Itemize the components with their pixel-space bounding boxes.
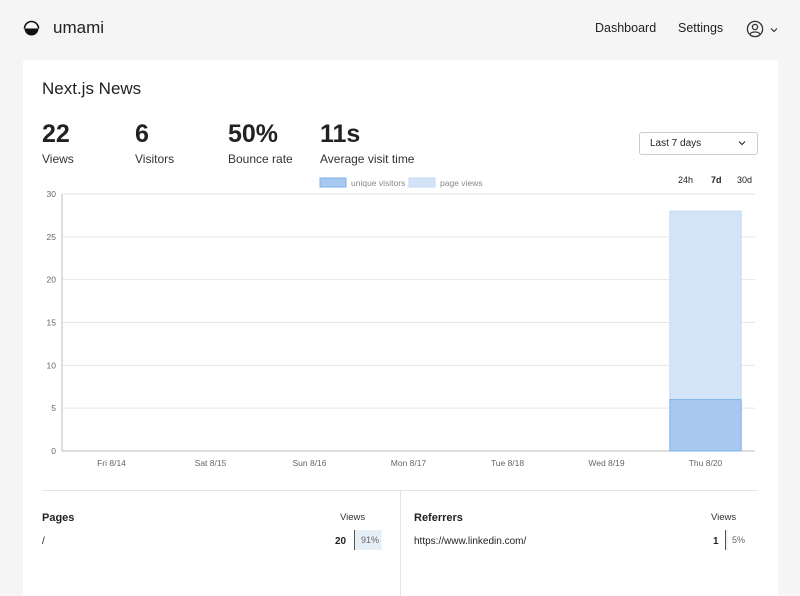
- pages-row-value: 20: [335, 536, 347, 547]
- bar-unique-visitors: [669, 399, 742, 452]
- metric-visitors: 6 Visitors: [135, 120, 174, 166]
- pages-table-title: Pages: [42, 512, 75, 524]
- y-tick-label: 25: [47, 232, 57, 242]
- pages-views-column-header: Views: [340, 512, 366, 523]
- metric-label: Views: [42, 152, 74, 166]
- y-tick-label: 15: [47, 318, 57, 328]
- x-tick-label: Sat 8/15: [195, 458, 227, 468]
- y-tick-label: 30: [47, 189, 57, 199]
- date-range-dropdown[interactable]: Last 7 days: [639, 132, 758, 155]
- referrers-row-label[interactable]: https://www.linkedin.com/: [414, 536, 526, 547]
- referrers-views-column-header: Views: [711, 512, 737, 523]
- metric-bounce-rate: 50% Bounce rate: [228, 120, 293, 166]
- metric-label: Average visit time: [320, 152, 415, 166]
- metric-label: Bounce rate: [228, 152, 293, 166]
- x-tick-label: Wed 8/19: [588, 458, 625, 468]
- website-card: Next.js News 22 Views 6 Visitors 50% Bou…: [23, 60, 778, 596]
- metric-label: Visitors: [135, 152, 175, 166]
- y-tick-label: 10: [47, 360, 57, 370]
- pages-row-percent: 91%: [354, 530, 384, 550]
- referrers-table-title: Referrers: [414, 512, 463, 524]
- umami-logo-icon: [23, 20, 40, 36]
- user-icon: [746, 20, 764, 38]
- x-tick-label: Sun 8/16: [292, 458, 326, 468]
- metric-value: 50%: [228, 120, 279, 148]
- x-tick-label: Tue 8/18: [491, 458, 525, 468]
- nav-dashboard-link[interactable]: Dashboard: [595, 21, 656, 35]
- app-header: umami Dashboard Settings: [0, 0, 800, 60]
- nav-settings-link[interactable]: Settings: [678, 21, 723, 35]
- referrers-row-value: 1: [713, 536, 719, 547]
- metric-value: 22: [42, 120, 70, 148]
- x-tick-label: Mon 8/17: [391, 458, 427, 468]
- legend-label: unique visitors: [351, 178, 405, 188]
- y-tick-label: 0: [51, 446, 56, 456]
- metric-value: 6: [135, 120, 149, 148]
- legend-label: page views: [440, 178, 483, 188]
- referrers-row-percent: 5%: [725, 530, 755, 550]
- date-range-value: Last 7 days: [650, 138, 702, 149]
- chevron-down-icon: [738, 141, 746, 146]
- pages-row-label[interactable]: /: [42, 536, 45, 547]
- metric-value: 11s: [320, 120, 361, 148]
- y-tick-label: 20: [47, 275, 57, 285]
- user-menu-button[interactable]: [746, 19, 780, 39]
- x-tick-label: Thu 8/20: [689, 458, 723, 468]
- legend-swatch: [408, 177, 436, 188]
- y-tick-label: 5: [51, 403, 56, 413]
- legend-swatch: [319, 177, 347, 188]
- metric-views: 22 Views: [42, 120, 74, 166]
- pageviews-chart: unique visitors page views 0 5 10 15 20 25 30 Fri…: [47, 177, 755, 468]
- divider: [400, 490, 401, 596]
- page-title: Next.js News: [42, 79, 142, 98]
- app-name[interactable]: umami: [53, 18, 104, 38]
- chevron-down-icon: [770, 28, 778, 33]
- metric-average-visit-time: 11s Average visit time: [320, 120, 414, 166]
- x-tick-label: Fri 8/14: [97, 458, 126, 468]
